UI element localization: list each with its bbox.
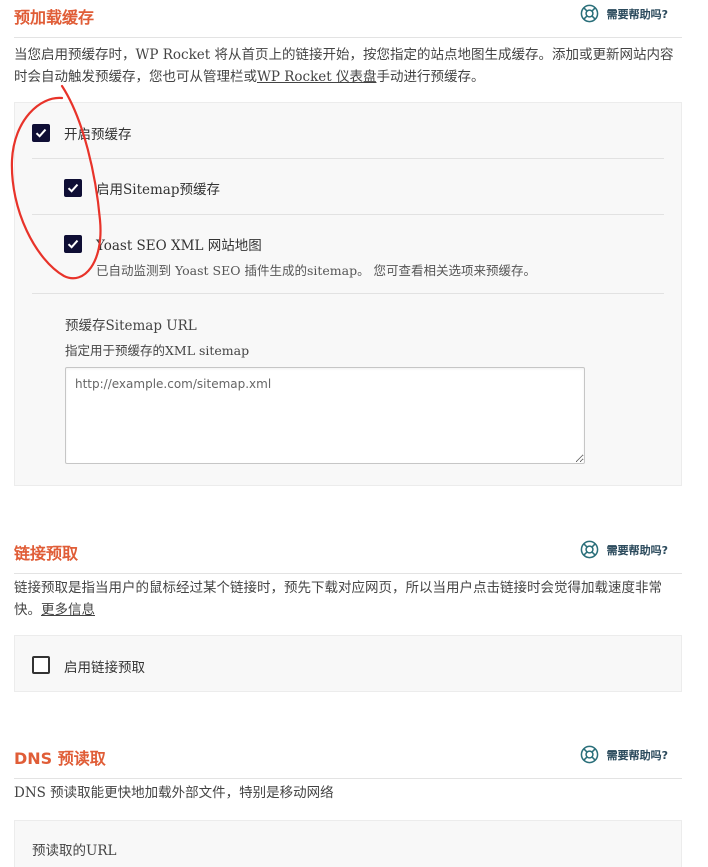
yoast-sitemap-checkbox[interactable] xyxy=(64,235,82,253)
link-prefetch-section-header: 链接预取 需要帮助吗? xyxy=(14,536,682,574)
preload-section-title: 预加载缓存 xyxy=(14,8,95,27)
dns-prefetch-url-label: 预读取的URL xyxy=(32,843,117,859)
preload-desc-suffix: 手动进行预缓存。 xyxy=(376,69,485,85)
sitemap-url-textarea[interactable] xyxy=(65,367,585,464)
dns-prefetch-panel: 预读取的URL xyxy=(14,820,682,867)
link-prefetch-section-title: 链接预取 xyxy=(14,544,79,563)
checkmark-icon xyxy=(35,128,47,138)
help-label: 需要帮助吗? xyxy=(606,748,668,762)
dns-prefetch-description: DNS 预读取能更快地加载外部文件，特别是移动网络 xyxy=(14,785,334,801)
dns-prefetch-help-link[interactable]: 需要帮助吗? xyxy=(580,745,668,764)
option-divider xyxy=(32,293,664,294)
sitemap-preload-checkbox[interactable] xyxy=(64,179,82,197)
link-prefetch-desc-text: 链接预取是指当用户的鼠标经过某个链接时，预先下载对应网页，所以当用户点击链接时会… xyxy=(14,580,662,618)
enable-preload-checkbox[interactable] xyxy=(32,124,50,142)
dns-prefetch-section-header: DNS 预读取 需要帮助吗? xyxy=(14,741,682,779)
help-label: 需要帮助吗? xyxy=(606,7,668,21)
preload-description: 当您启用预缓存时，WP Rocket 将从首页上的链接开始，按您指定的站点地图生… xyxy=(14,44,684,88)
link-prefetch-panel: 启用链接预取 xyxy=(14,635,682,692)
sitemap-preload-label: 启用Sitemap预缓存 xyxy=(96,182,220,198)
link-prefetch-help-link[interactable]: 需要帮助吗? xyxy=(580,540,668,559)
preload-options-panel: 开启预缓存 启用Sitemap预缓存 Yoast SEO XML 网站地图 已自… xyxy=(14,102,682,486)
option-divider xyxy=(32,214,664,215)
yoast-sitemap-label: Yoast SEO XML 网站地图 xyxy=(96,238,262,254)
preload-section-header: 预加载缓存 需要帮助吗? xyxy=(14,0,682,38)
sitemap-url-label: 预缓存Sitemap URL xyxy=(65,318,197,334)
enable-preload-label: 开启预缓存 xyxy=(64,127,132,143)
checkmark-icon xyxy=(67,239,79,249)
preload-help-link[interactable]: 需要帮助吗? xyxy=(580,4,668,23)
yoast-sitemap-description: 已自动监测到 Yoast SEO 插件生成的sitemap。 您可查看相关选项来… xyxy=(96,263,537,278)
help-label: 需要帮助吗? xyxy=(606,543,668,557)
lifebuoy-icon xyxy=(580,540,598,559)
checkmark-icon xyxy=(67,183,79,193)
more-info-link[interactable]: 更多信息 xyxy=(41,602,95,618)
rocket-dashboard-link[interactable]: WP Rocket 仪表盘 xyxy=(257,69,377,85)
option-divider xyxy=(32,158,664,159)
sitemap-url-description: 指定用于预缓存的XML sitemap xyxy=(65,343,250,358)
dns-prefetch-section-title: DNS 预读取 xyxy=(14,749,106,768)
link-prefetch-checkbox[interactable] xyxy=(32,656,50,674)
lifebuoy-icon xyxy=(580,745,598,764)
link-prefetch-description: 链接预取是指当用户的鼠标经过某个链接时，预先下载对应网页，所以当用户点击链接时会… xyxy=(14,577,684,621)
link-prefetch-label: 启用链接预取 xyxy=(64,660,145,676)
lifebuoy-icon xyxy=(580,4,598,23)
